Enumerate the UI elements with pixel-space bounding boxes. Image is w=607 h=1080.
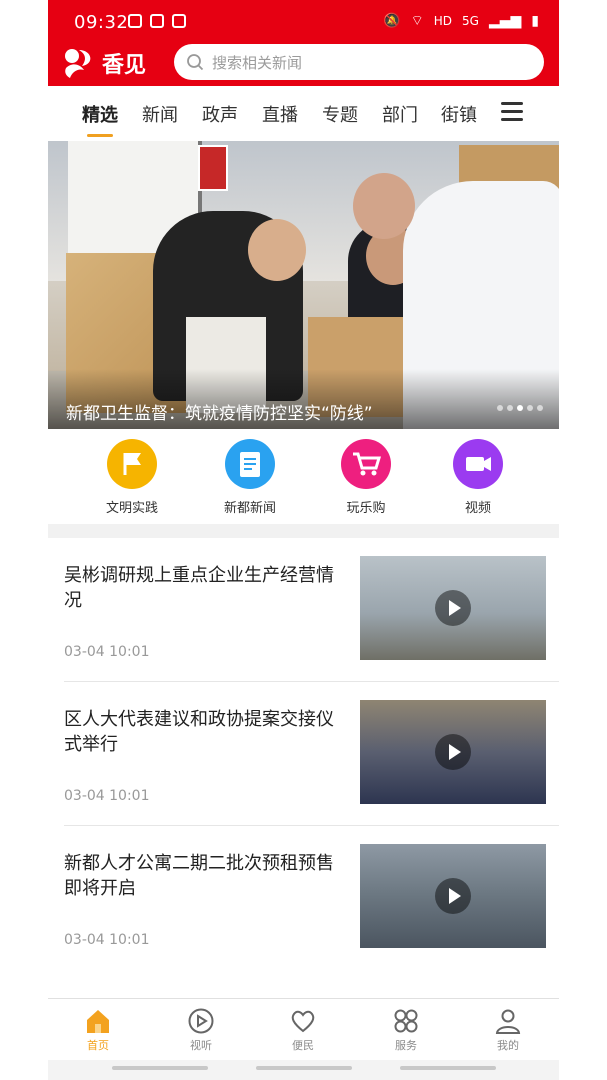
channel-menu-icon[interactable] xyxy=(501,102,523,121)
news-time: 03-04 10:01 xyxy=(64,644,150,660)
app-header: 香见 搜索相关新闻 xyxy=(48,40,559,86)
news-thumbnail[interactable] xyxy=(360,700,546,804)
news-item[interactable]: 区人大代表建议和政协提案交接仪式举行 03-04 10:01 xyxy=(48,682,559,826)
quick-entry-xindu-news[interactable]: 新都新闻 xyxy=(200,439,300,516)
nav-indicator[interactable] xyxy=(256,1066,352,1070)
tab-services[interactable]: 服务 xyxy=(366,1007,446,1053)
tab-label: 便民 xyxy=(292,1039,314,1052)
news-title[interactable]: 吴彬调研规上重点企业生产经营情况 xyxy=(64,563,344,613)
play-icon xyxy=(435,878,471,914)
nav-indicator[interactable] xyxy=(112,1066,208,1070)
quick-entry-shopping[interactable]: 玩乐购 xyxy=(316,439,416,516)
banner-title[interactable]: 新都卫生监督：筑就疫情防控坚实“防线” xyxy=(66,399,373,424)
logo-mark-icon xyxy=(62,46,96,80)
carousel-dots xyxy=(497,405,543,411)
tab-featured[interactable]: 精选 xyxy=(82,101,118,127)
tab-departments[interactable]: 部门 xyxy=(382,101,418,127)
video-camera-icon xyxy=(453,439,503,489)
news-time: 03-04 10:01 xyxy=(64,932,150,948)
news-time: 03-04 10:01 xyxy=(64,788,150,804)
app-name: 香见 xyxy=(102,53,147,78)
news-item[interactable]: 新都人才公寓二期二批次预租预售即将开启 03-04 10:01 xyxy=(48,826,559,970)
play-icon xyxy=(435,590,471,626)
right-margin xyxy=(559,0,607,1080)
heart-icon xyxy=(289,1007,317,1035)
grid-icon xyxy=(392,1007,420,1035)
news-title[interactable]: 新都人才公寓二期二批次预租预售即将开启 xyxy=(64,851,344,901)
app-notification-icon xyxy=(172,14,186,28)
news-thumbnail[interactable] xyxy=(360,556,546,660)
carousel-dot xyxy=(527,405,533,411)
carousel-dot-active xyxy=(517,405,523,411)
nav-indicator[interactable] xyxy=(400,1066,496,1070)
quick-entry-video[interactable]: 视频 xyxy=(428,439,528,516)
bottom-tab-bar: 首页 视听 便民 服务 我的 xyxy=(48,999,559,1059)
play-circle-icon xyxy=(187,1007,215,1035)
battery-icon: ▮ xyxy=(531,13,539,29)
quick-entry-civilization[interactable]: 文明实践 xyxy=(82,439,182,516)
quick-entry-label: 视频 xyxy=(464,501,491,516)
section-divider xyxy=(48,524,559,538)
channel-tabs: 精选 新闻 政声 直播 专题 部门 街镇 xyxy=(48,86,559,140)
phone-screen: 09:32 🔕 ⌔ HD 5G ▂▄▆ ▮ 香见 搜索相关新闻 精选 新闻 政声… xyxy=(48,0,559,1080)
news-item[interactable]: 吴彬调研规上重点企业生产经营情况 03-04 10:01 xyxy=(48,538,559,682)
nfc-icon xyxy=(150,14,164,28)
quick-entry-label: 文明实践 xyxy=(105,501,158,516)
document-icon xyxy=(225,439,275,489)
quick-entry-label: 新都新闻 xyxy=(223,501,276,516)
tab-audio-video[interactable]: 视听 xyxy=(161,1007,241,1053)
active-tab-indicator xyxy=(87,134,113,137)
carousel-dot xyxy=(507,405,513,411)
flag-icon xyxy=(107,439,157,489)
search-icon xyxy=(187,54,204,71)
signal-label: 5G xyxy=(462,14,479,28)
signal-icon: ▂▄▆ xyxy=(488,13,522,29)
tab-topics[interactable]: 专题 xyxy=(322,101,358,127)
network-label: HD xyxy=(433,14,453,28)
tab-label: 服务 xyxy=(395,1039,417,1052)
banner-carousel[interactable]: 新都卫生监督：筑就疫情防控坚实“防线” xyxy=(48,141,559,429)
system-navigation-bar xyxy=(48,1060,559,1080)
search-placeholder: 搜索相关新闻 xyxy=(212,53,303,72)
tab-towns[interactable]: 街镇 xyxy=(441,101,477,127)
news-title[interactable]: 区人大代表建议和政协提案交接仪式举行 xyxy=(64,707,344,757)
play-icon xyxy=(435,734,471,770)
news-thumbnail[interactable] xyxy=(360,844,546,948)
tab-label: 首页 xyxy=(87,1039,109,1052)
tab-convenience[interactable]: 便民 xyxy=(263,1007,343,1053)
tab-home[interactable]: 首页 xyxy=(58,1007,138,1053)
status-notification-icons xyxy=(128,14,186,28)
tab-profile[interactable]: 我的 xyxy=(468,1007,548,1053)
left-margin xyxy=(0,0,48,1080)
tab-government[interactable]: 政声 xyxy=(202,101,238,127)
tab-news[interactable]: 新闻 xyxy=(142,101,178,127)
user-icon xyxy=(494,1007,522,1035)
mute-icon: 🔕 xyxy=(383,13,401,29)
notification-icon xyxy=(128,14,142,28)
status-system-icons: 🔕 ⌔ HD 5G ▂▄▆ ▮ xyxy=(383,12,539,30)
quick-entries: 文明实践 新都新闻 玩乐购 视频 xyxy=(48,429,559,525)
home-icon xyxy=(84,1007,112,1035)
carousel-dot xyxy=(537,405,543,411)
cart-icon xyxy=(341,439,391,489)
search-input[interactable]: 搜索相关新闻 xyxy=(174,44,544,80)
status-time: 09:32 xyxy=(74,12,129,33)
wifi-icon: ⌔ xyxy=(410,13,424,29)
quick-entry-label: 玩乐购 xyxy=(346,501,386,516)
tab-label: 视听 xyxy=(190,1039,212,1052)
carousel-dot xyxy=(497,405,503,411)
app-logo: 香见 xyxy=(62,46,172,80)
tab-live[interactable]: 直播 xyxy=(262,101,298,127)
tab-label: 我的 xyxy=(497,1039,519,1052)
